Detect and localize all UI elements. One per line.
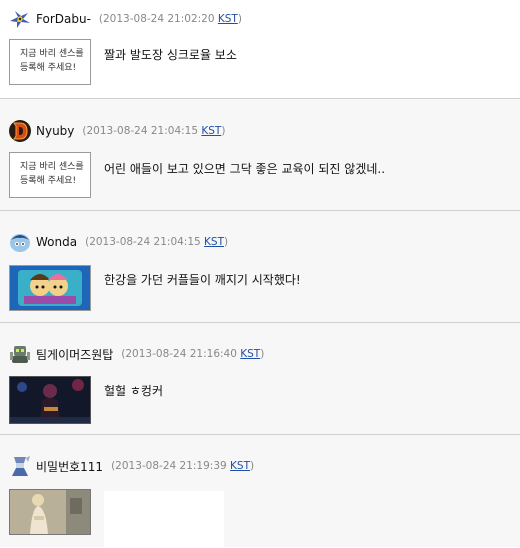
comment-item: 팀게이머즈원탑 (2013-08-24 21:16:40 KST) 헐헐 ㅎ컹커 bbox=[0, 322, 520, 434]
username[interactable]: 팀게이머즈원탑 bbox=[36, 346, 113, 363]
comment-header: ForDabu- (2013-08-24 21:02:20 KST) bbox=[8, 8, 242, 30]
warrior-icon[interactable] bbox=[8, 454, 32, 478]
comment-item: 비밀번호111 (2013-08-24 21:19:39 KST) bbox=[0, 434, 520, 548]
comment-item: ForDabu- (2013-08-24 21:02:20 KST) 지금 바리… bbox=[0, 0, 520, 98]
diablo-d-icon[interactable] bbox=[8, 119, 32, 143]
placeholder-line: 지금 바리 센스를 bbox=[20, 162, 84, 172]
comment-item: Wonda (2013-08-24 21:04:15 KST) 한강을 가던 커… bbox=[0, 210, 520, 322]
comment-text: 어린 애들이 보고 있으면 그닥 좋은 교육이 되진 않겠네.. bbox=[104, 162, 386, 176]
placeholder-thumbnail[interactable]: 지금 바리 센스를 등록해 주세요! bbox=[9, 39, 91, 85]
comment-header: 비밀번호111 (2013-08-24 21:19:39 KST) bbox=[8, 455, 254, 477]
comment-header: Nyuby (2013-08-24 21:04:15 KST) bbox=[8, 120, 225, 142]
kst-link[interactable]: KST bbox=[218, 13, 238, 25]
kst-link[interactable]: KST bbox=[204, 236, 224, 248]
cartoon-thumbnail[interactable] bbox=[9, 265, 91, 311]
comment-text: 한강을 가던 커플들이 깨지기 시작했다! bbox=[104, 273, 301, 287]
username[interactable]: Wonda bbox=[36, 235, 77, 249]
kst-link[interactable]: KST bbox=[240, 348, 260, 360]
blank-area bbox=[104, 491, 224, 548]
username[interactable]: 비밀번호111 bbox=[36, 458, 103, 475]
placeholder-line: 등록해 주세요! bbox=[20, 63, 77, 73]
username[interactable]: ForDabu- bbox=[36, 12, 91, 26]
stage-thumbnail[interactable] bbox=[9, 376, 91, 424]
kst-link[interactable]: KST bbox=[201, 125, 221, 137]
timestamp: (2013-08-24 21:02:20 KST) bbox=[98, 13, 242, 25]
timestamp: (2013-08-24 21:04:15 KST) bbox=[82, 125, 226, 137]
timestamp: (2013-08-24 21:04:15 KST) bbox=[85, 236, 229, 248]
timestamp: (2013-08-24 21:16:40 KST) bbox=[121, 348, 265, 360]
username[interactable]: Nyuby bbox=[36, 124, 74, 138]
cartoon-head-icon[interactable] bbox=[8, 230, 32, 254]
comment-text: 헐헐 ㅎ컹커 bbox=[104, 384, 164, 398]
robot-icon[interactable] bbox=[8, 342, 32, 366]
comment-item: Nyuby (2013-08-24 21:04:15 KST) 지금 바리 센스… bbox=[0, 98, 520, 210]
photo-thumbnail[interactable] bbox=[9, 489, 91, 535]
comment-header: Wonda (2013-08-24 21:04:15 KST) bbox=[8, 231, 228, 253]
comment-header: 팀게이머즈원탑 (2013-08-24 21:16:40 KST) bbox=[8, 343, 264, 365]
placeholder-line: 등록해 주세요! bbox=[20, 176, 77, 186]
timestamp: (2013-08-24 21:19:39 KST) bbox=[111, 460, 255, 472]
placeholder-line: 지금 바리 센스를 bbox=[20, 49, 84, 59]
placeholder-thumbnail[interactable]: 지금 바리 센스를 등록해 주세요! bbox=[9, 152, 91, 198]
comment-text: 짤과 발도장 싱크로율 보소 bbox=[104, 48, 237, 62]
bird-icon[interactable] bbox=[8, 7, 32, 31]
kst-link[interactable]: KST bbox=[230, 460, 250, 472]
comment-feed: ForDabu- (2013-08-24 21:02:20 KST) 지금 바리… bbox=[0, 0, 520, 548]
